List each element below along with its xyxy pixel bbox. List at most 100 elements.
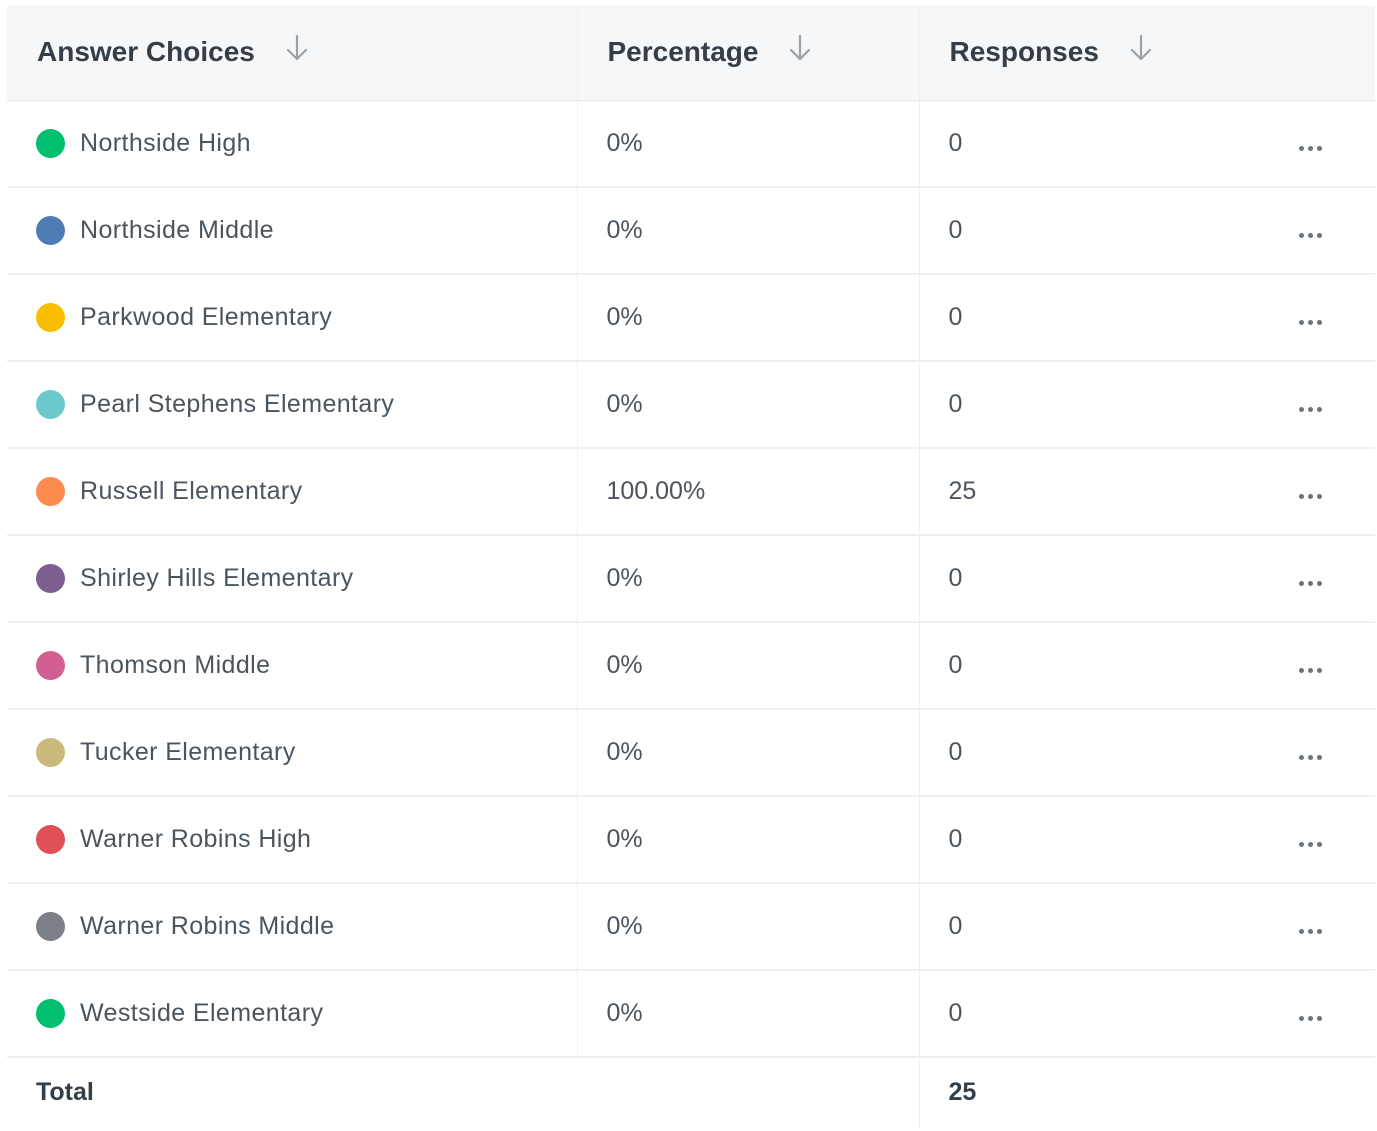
percentage-cell: 0% — [576, 709, 919, 797]
percentage-cell: 0% — [576, 796, 919, 884]
responses-cell: 0 — [918, 100, 1254, 188]
answer-choice-label: Shirley Hills Elementary — [80, 564, 354, 592]
total-responses: 25 — [918, 1057, 1254, 1127]
answer-choice-label: Westside Elementary — [80, 999, 324, 1027]
row-actions-cell — [1254, 796, 1375, 884]
results-table: Answer Choices Percentage Responses Nort… — [7, 5, 1375, 1127]
answer-choice: Shirley Hills Elementary — [36, 564, 577, 593]
row-actions-cell — [1254, 709, 1375, 797]
answer-choice: Parkwood Elementary — [36, 303, 577, 332]
percentage-cell: 0% — [576, 535, 919, 623]
table-header: Answer Choices Percentage Responses — [7, 5, 1375, 101]
responses-cell: 0 — [918, 361, 1254, 449]
answer-choice: Thomson Middle — [36, 651, 577, 680]
color-dot-icon — [36, 564, 65, 593]
table-row: Westside Elementary 0% 0 — [7, 970, 1375, 1058]
more-options-icon[interactable] — [1299, 1016, 1322, 1021]
total-actions — [1254, 1057, 1375, 1127]
color-dot-icon — [36, 390, 65, 419]
answer-choice-cell: Tucker Elementary — [7, 709, 577, 797]
responses-cell: 0 — [918, 709, 1254, 797]
answer-choice: Pearl Stephens Elementary — [36, 390, 577, 419]
more-options-icon[interactable] — [1299, 929, 1322, 934]
more-options-icon[interactable] — [1299, 494, 1322, 499]
color-dot-icon — [36, 912, 65, 941]
responses-cell: 0 — [918, 883, 1254, 971]
answer-choice-cell: Shirley Hills Elementary — [7, 535, 577, 623]
answer-choice: Russell Elementary — [36, 477, 577, 506]
responses-cell: 25 — [918, 448, 1254, 536]
answer-choice-cell: Pearl Stephens Elementary — [7, 361, 577, 449]
more-options-icon[interactable] — [1299, 581, 1322, 586]
answer-choice: Northside High — [36, 128, 577, 158]
table-row: Tucker Elementary 0% 0 — [7, 709, 1375, 797]
total-row: Total 25 — [7, 1057, 1375, 1127]
answer-choice: Westside Elementary — [36, 999, 577, 1028]
table-row: Warner Robins High 0% 0 — [7, 796, 1375, 884]
responses-cell: 0 — [918, 187, 1254, 275]
table-row: Parkwood Elementary 0% 0 — [7, 274, 1375, 362]
table-footer: Total 25 — [7, 1057, 1375, 1127]
percentage-cell: 100.00% — [576, 448, 919, 536]
responses-cell: 0 — [918, 622, 1254, 710]
row-actions-cell — [1254, 622, 1375, 710]
header-responses-label: Responses — [949, 35, 1099, 67]
header-actions — [1254, 5, 1375, 101]
more-options-icon[interactable] — [1299, 755, 1322, 760]
results-table-container: Answer Choices Percentage Responses Nort… — [7, 5, 1375, 1127]
responses-cell: 0 — [918, 796, 1254, 884]
table-row: Shirley Hills Elementary 0% 0 — [7, 535, 1375, 623]
sort-arrow-down-icon[interactable] — [285, 34, 309, 69]
percentage-cell: 0% — [576, 622, 919, 710]
color-dot-icon — [36, 999, 65, 1028]
answer-choice-label: Russell Elementary — [80, 477, 303, 505]
header-answer-choices[interactable]: Answer Choices — [7, 5, 577, 101]
more-options-icon[interactable] — [1299, 668, 1322, 673]
answer-choice-cell: Warner Robins High — [7, 796, 577, 884]
more-options-icon[interactable] — [1299, 145, 1322, 151]
answer-choice: Warner Robins Middle — [36, 912, 577, 941]
header-answer-choices-label: Answer Choices — [37, 35, 255, 67]
more-options-icon[interactable] — [1299, 320, 1322, 325]
color-dot-icon — [36, 738, 65, 767]
sort-arrow-down-icon[interactable] — [1129, 34, 1153, 69]
answer-choice-label: Northside Middle — [80, 216, 274, 244]
row-actions-cell — [1254, 535, 1375, 623]
answer-choice-label: Parkwood Elementary — [80, 303, 333, 331]
more-options-icon[interactable] — [1299, 407, 1322, 412]
answer-choice-label: Northside High — [80, 128, 251, 157]
answer-choice-cell: Russell Elementary — [7, 448, 577, 536]
header-percentage-label: Percentage — [607, 35, 759, 67]
row-actions-cell — [1254, 970, 1375, 1058]
header-responses[interactable]: Responses — [918, 5, 1254, 101]
answer-choice-cell: Westside Elementary — [7, 970, 577, 1058]
table-row: Pearl Stephens Elementary 0% 0 — [7, 361, 1375, 449]
answer-choice: Northside Middle — [36, 216, 577, 245]
answer-choice: Tucker Elementary — [36, 738, 577, 767]
answer-choice-cell: Northside Middle — [7, 187, 577, 275]
table-row: Warner Robins Middle 0% 0 — [7, 883, 1375, 971]
more-options-icon[interactable] — [1299, 842, 1322, 847]
more-options-icon[interactable] — [1299, 233, 1322, 238]
sort-arrow-down-icon[interactable] — [788, 34, 812, 69]
row-actions-cell — [1254, 274, 1375, 362]
answer-choice-label: Warner Robins Middle — [80, 912, 335, 940]
percentage-cell: 0% — [576, 361, 919, 449]
table-row: Russell Elementary 100.00% 25 — [7, 448, 1375, 536]
row-actions-cell — [1254, 448, 1375, 536]
header-percentage[interactable]: Percentage — [576, 5, 919, 101]
table-body: Northside High 0% 0 Northside Middle 0% … — [7, 100, 1375, 1058]
table-row: Northside High 0% 0 — [7, 100, 1375, 188]
answer-choice-cell: Parkwood Elementary — [7, 274, 577, 362]
total-percentage — [577, 1057, 919, 1127]
color-dot-icon — [36, 477, 65, 506]
color-dot-icon — [36, 651, 65, 680]
percentage-cell: 0% — [576, 883, 919, 971]
color-dot-icon — [36, 303, 65, 332]
header-row: Answer Choices Percentage Responses — [7, 5, 1375, 101]
percentage-cell: 0% — [576, 187, 919, 275]
total-label: Total — [36, 1078, 94, 1106]
answer-choice-label: Warner Robins High — [80, 825, 312, 853]
row-actions-cell — [1254, 361, 1375, 449]
answer-choice-cell: Northside High — [7, 100, 577, 188]
